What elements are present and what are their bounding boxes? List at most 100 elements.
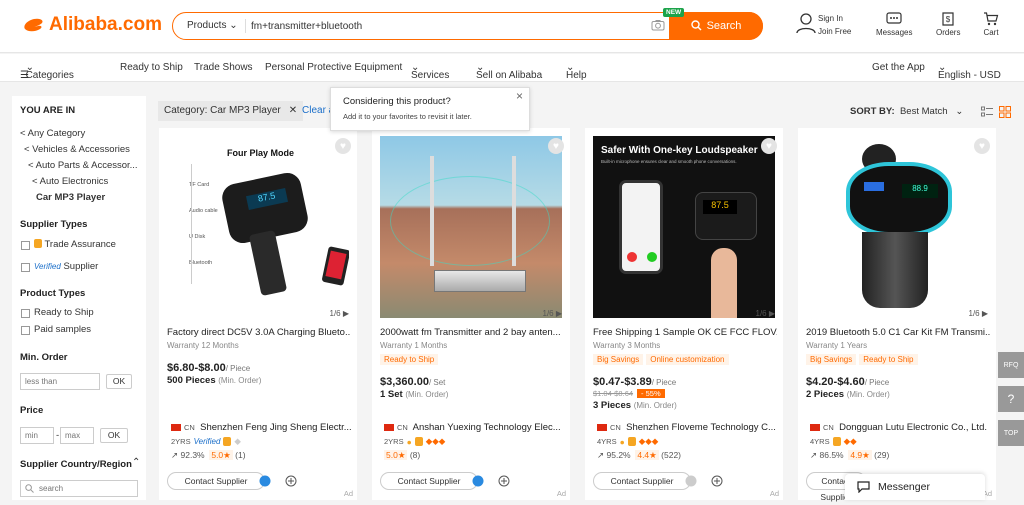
discount-badge: - 55% <box>637 389 665 398</box>
supplier-name[interactable]: CN Anshan Yuexing Technology Elec... <box>384 422 564 433</box>
years-badge: 4YRS <box>810 437 830 446</box>
sign-in-link[interactable]: Sign In Join Free <box>796 12 851 38</box>
product-card[interactable]: Safer With One-key Loudspeaker Built-in … <box>585 128 783 500</box>
contact-supplier-button[interactable]: Contact Supplier <box>380 472 478 490</box>
china-flag-icon <box>384 423 394 431</box>
nav-ppe[interactable]: Personal Protective Equipment <box>265 62 402 73</box>
favorite-heart-icon[interactable]: ♥ <box>761 138 777 154</box>
sign-in-label: Sign In <box>818 14 843 23</box>
warranty-text: Warranty 12 Months <box>167 341 239 350</box>
language-currency-select[interactable]: English - USD ⌄ <box>938 62 1001 81</box>
product-title[interactable]: 2000watt fm Transmitter and 2 bay anten.… <box>380 327 564 338</box>
diamond-icon: ◆ <box>234 436 241 446</box>
cart-link[interactable]: Cart <box>983 12 999 37</box>
message-icon <box>886 12 902 24</box>
messages-link[interactable]: Messages <box>876 12 912 37</box>
rating: 5.0★ <box>384 450 408 460</box>
favorite-heart-icon[interactable]: ♥ <box>974 138 990 154</box>
contact-supplier-button[interactable]: Contact Supplier <box>167 472 265 490</box>
country-search-input[interactable] <box>20 480 138 497</box>
min-order-input[interactable] <box>20 373 100 390</box>
product-tags: Big Savings Ready to Ship <box>806 354 921 365</box>
price-ok-button[interactable]: OK <box>100 428 128 443</box>
breadcrumb-vehicles[interactable]: < Vehicles & Accessories <box>24 144 130 155</box>
transmitter-plug <box>862 232 928 308</box>
product-image[interactable]: Safer With One-key Loudspeaker Built-in … <box>593 136 775 318</box>
nav-ready-to-ship[interactable]: Ready to Ship <box>120 62 183 73</box>
rfq-button[interactable]: RFQ <box>998 352 1024 378</box>
chat-bubble-icon[interactable] <box>472 475 484 487</box>
verified-badge: Verified <box>193 437 221 446</box>
review-count: (8) <box>409 450 421 460</box>
breadcrumb-auto-electronics[interactable]: < Auto Electronics <box>32 176 108 187</box>
product-card[interactable]: Four Play Mode 87.5 TF Card Audio cable … <box>159 128 357 500</box>
breadcrumb-auto-parts[interactable]: < Auto Parts & Accessor... <box>28 160 138 171</box>
add-to-compare-icon[interactable] <box>285 475 297 487</box>
favorite-heart-icon[interactable]: ♥ <box>335 138 351 154</box>
trade-assurance-icon <box>414 437 423 446</box>
nav-help[interactable]: Help ⌄ <box>566 62 587 81</box>
grid-view-icon[interactable] <box>999 106 1011 118</box>
image-pager[interactable]: 1/6 ▶ <box>756 309 776 318</box>
chat-bubble-icon[interactable] <box>259 475 271 487</box>
min-order-ok-button[interactable]: OK <box>106 374 132 389</box>
product-image[interactable]: 88.9 <box>806 136 988 318</box>
close-icon[interactable]: × <box>516 89 523 103</box>
help-button[interactable]: ? <box>998 386 1024 412</box>
supplier-name[interactable]: CN Shenzhen Floveme Technology C... <box>597 422 777 433</box>
alibaba-logo[interactable]: Alibaba.com <box>22 14 162 36</box>
list-view-icon[interactable] <box>981 106 993 118</box>
product-image[interactable]: Four Play Mode 87.5 TF Card Audio cable … <box>167 136 349 318</box>
image-subcaption: Built-in microphone ensures clear and sm… <box>601 159 737 164</box>
sort-control[interactable]: SORT BY: Best Match ⌄ <box>850 106 963 117</box>
messenger-widget[interactable]: Messenger <box>845 474 985 500</box>
verified-supplier-checkbox[interactable] <box>21 263 30 272</box>
close-icon[interactable]: ✕ <box>289 105 297 117</box>
image-pager[interactable]: 1/6 ▶ <box>969 309 989 318</box>
product-title[interactable]: Free Shipping 1 Sample OK CE FCC FLOV... <box>593 327 777 338</box>
chevron-up-icon[interactable]: ⌃ <box>132 457 140 468</box>
nav-trade-shows[interactable]: Trade Shows <box>194 62 253 73</box>
ad-label: Ad <box>769 489 779 498</box>
camera-icon[interactable] <box>651 19 665 31</box>
supplier-name[interactable]: CN Dongguan Lutu Electronic Co., Ltd. <box>810 422 990 433</box>
pager-label: 1/6 <box>329 309 341 318</box>
product-title[interactable]: 2019 Bluetooth 5.0 C1 Car Kit FM Transmi… <box>806 327 990 338</box>
price-min-input[interactable] <box>20 427 54 444</box>
price-value: $4.20-$4.60 <box>806 376 865 388</box>
add-to-compare-icon[interactable] <box>711 475 723 487</box>
favorite-heart-icon[interactable]: ♥ <box>548 138 564 154</box>
product-image[interactable] <box>380 136 562 318</box>
get-app-link[interactable]: Get the App <box>872 62 925 73</box>
country-code: CN <box>610 423 621 432</box>
price-unit: / Piece <box>225 364 251 373</box>
nav-help-label: Help <box>566 70 587 81</box>
search-category-select[interactable]: Products ⌄ <box>187 20 238 31</box>
supplier-badges: 4YRS ◆◆ <box>810 436 857 447</box>
orders-link[interactable]: $ Orders <box>936 12 960 37</box>
image-pager[interactable]: 1/6 ▶ <box>543 309 563 318</box>
trade-assurance-checkbox[interactable] <box>21 241 30 250</box>
supplier-name[interactable]: CN Shenzhen Feng Jing Sheng Electr... <box>171 422 351 433</box>
nav-sell[interactable]: Sell on Alibaba ⌄ <box>476 62 542 81</box>
product-card[interactable]: ♥ 1/6 ▶ 2000watt fm Transmitter and 2 ba… <box>372 128 570 500</box>
filter-chip-label: Category: Car MP3 Player <box>164 105 281 116</box>
product-title[interactable]: Factory direct DC5V 3.0A Charging Blueto… <box>167 327 351 338</box>
add-to-compare-icon[interactable] <box>498 475 510 487</box>
image-pager[interactable]: 1/6 ▶ <box>330 309 350 318</box>
nav-services[interactable]: Services ⌄ <box>411 62 449 81</box>
paid-samples-checkbox[interactable] <box>21 326 30 335</box>
categories-menu[interactable]: ☰ Categories ⌄ <box>20 62 74 81</box>
contact-supplier-button[interactable]: Contact Supplier <box>593 472 691 490</box>
chat-bubble-icon[interactable] <box>685 475 697 487</box>
moq-value: 500 Pieces <box>167 375 216 386</box>
back-to-top-button[interactable]: TOP <box>998 420 1024 446</box>
phone-illustration <box>619 180 663 274</box>
price-max-input[interactable] <box>60 427 94 444</box>
messages-label: Messages <box>876 28 913 37</box>
supplier-badges: 4YRS ● ◆◆◆ <box>597 436 658 447</box>
search-input[interactable] <box>251 18 631 34</box>
product-card[interactable]: 88.9 ♥ 1/6 ▶ 2019 Bluetooth 5.0 C1 Car K… <box>798 128 996 502</box>
ready-to-ship-checkbox[interactable] <box>21 309 30 318</box>
breadcrumb-any-category[interactable]: < Any Category <box>20 128 85 139</box>
